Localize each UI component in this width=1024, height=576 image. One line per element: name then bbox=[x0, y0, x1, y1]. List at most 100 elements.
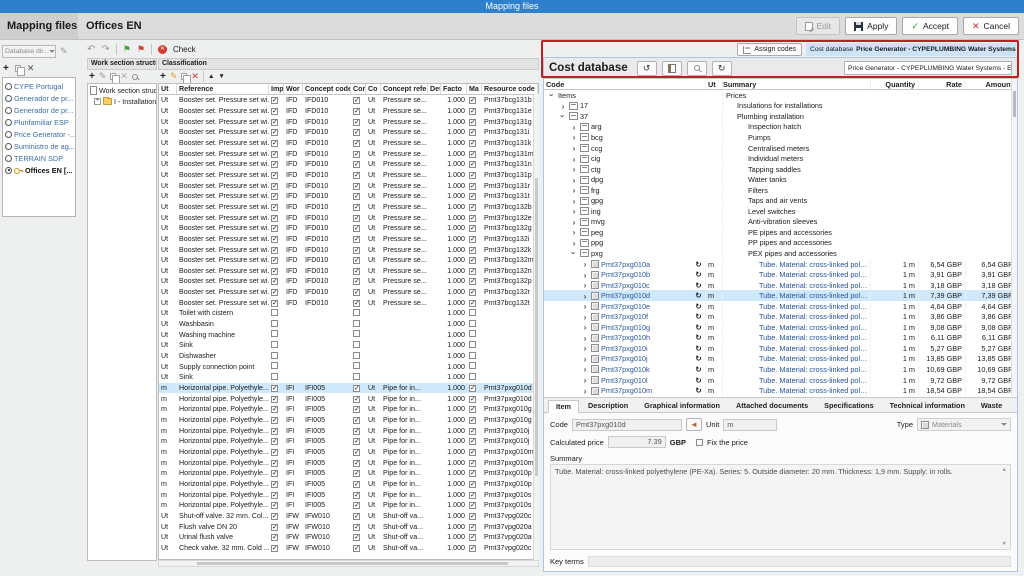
checkbox[interactable]: ✓ bbox=[353, 172, 360, 179]
checkbox[interactable] bbox=[469, 320, 476, 327]
checkbox[interactable] bbox=[353, 352, 360, 359]
table-row[interactable]: UtWashing machine1.000 bbox=[159, 329, 538, 340]
chevron-icon[interactable]: › bbox=[570, 123, 578, 131]
chevron-icon[interactable]: › bbox=[570, 239, 578, 247]
checkbox[interactable]: ✓ bbox=[469, 151, 476, 158]
undo-icon[interactable]: ↶ bbox=[87, 45, 95, 55]
checkbox[interactable] bbox=[353, 320, 360, 327]
database-list-item[interactable]: CYPE Portugal bbox=[3, 80, 75, 92]
checkbox[interactable] bbox=[353, 373, 360, 380]
chevron-icon[interactable]: › bbox=[559, 112, 567, 120]
checkbox[interactable]: ✓ bbox=[353, 215, 360, 222]
checkbox[interactable]: ✓ bbox=[469, 225, 476, 232]
copy-icon[interactable] bbox=[15, 65, 21, 72]
checkbox[interactable]: ✓ bbox=[353, 534, 360, 541]
checkbox[interactable] bbox=[469, 309, 476, 316]
fix-price-checkbox[interactable] bbox=[696, 439, 703, 446]
chevron-icon[interactable]: › bbox=[570, 176, 578, 184]
checkbox[interactable]: ✓ bbox=[469, 524, 476, 531]
table-row[interactable]: UtBooster set. Pressure set wi...✓IFDIFD… bbox=[159, 244, 538, 255]
checkbox[interactable] bbox=[271, 362, 278, 369]
cost-tree-row[interactable]: ›Pmt37pxg010d↻mTube. Material: cross-lin… bbox=[544, 290, 1017, 301]
tree-root-item[interactable]: Work section structure bbox=[88, 85, 156, 96]
table-row[interactable]: UtBooster set. Pressure set wi...✓IFDIFD… bbox=[159, 297, 538, 308]
checkbox[interactable] bbox=[271, 373, 278, 380]
checkbox[interactable]: ✓ bbox=[353, 278, 360, 285]
checkbox[interactable]: ✓ bbox=[353, 470, 360, 477]
edit-pencil-icon[interactable]: ✎ bbox=[170, 72, 178, 81]
checkbox[interactable]: ✓ bbox=[353, 513, 360, 520]
cost-tree-row[interactable]: ›pxgPEX pipes and accessories bbox=[544, 248, 1017, 259]
cost-tree-row[interactable]: ›Pmt37pxg010b↻mTube. Material: cross-lin… bbox=[544, 269, 1017, 280]
checkbox[interactable]: ✓ bbox=[271, 97, 278, 104]
checkbox[interactable]: ✓ bbox=[353, 481, 360, 488]
scrollbar-thumb[interactable] bbox=[535, 178, 538, 476]
move-up-icon[interactable]: ▲ bbox=[208, 73, 214, 80]
cancel-button[interactable]: ✕ Cancel bbox=[963, 17, 1019, 35]
cost-tree-row[interactable]: ›17Insulations for installations bbox=[544, 101, 1017, 112]
checkbox[interactable]: ✓ bbox=[353, 151, 360, 158]
chevron-icon[interactable]: › bbox=[570, 186, 578, 194]
cost-tree-row[interactable]: ›37Plumbing installation bbox=[544, 111, 1017, 122]
checkbox[interactable]: ✓ bbox=[353, 300, 360, 307]
checkbox[interactable]: ✓ bbox=[469, 481, 476, 488]
database-list-item[interactable]: Generador de pr... bbox=[3, 92, 75, 104]
checkbox[interactable]: ✓ bbox=[271, 428, 278, 435]
chevron-icon[interactable]: › bbox=[581, 271, 589, 279]
table-row[interactable]: UtBooster set. Pressure set wi...✓IFDIFD… bbox=[159, 159, 538, 170]
chevron-icon[interactable]: › bbox=[581, 292, 589, 300]
delete-icon[interactable]: ✕ bbox=[27, 64, 35, 73]
table-row[interactable]: UtBooster set. Pressure set wi...✓IFDIFD… bbox=[159, 138, 538, 149]
chevron-icon[interactable]: › bbox=[581, 365, 589, 373]
cost-tree-row[interactable]: ›bcgPumps bbox=[544, 132, 1017, 143]
checkbox[interactable]: ✓ bbox=[271, 534, 278, 541]
checkbox[interactable]: ✓ bbox=[271, 300, 278, 307]
checkbox[interactable]: ✓ bbox=[271, 470, 278, 477]
checkbox[interactable]: ✓ bbox=[469, 289, 476, 296]
checkbox[interactable]: ✓ bbox=[469, 183, 476, 190]
refresh-button[interactable]: ↻ bbox=[712, 61, 732, 76]
checkbox[interactable]: ✓ bbox=[271, 278, 278, 285]
cost-tree-row[interactable]: ›pegPE pipes and accessories bbox=[544, 227, 1017, 238]
cost-tree-row[interactable]: ›dpgWater tanks bbox=[544, 174, 1017, 185]
search-button[interactable] bbox=[687, 61, 707, 76]
checkbox[interactable]: ✓ bbox=[353, 417, 360, 424]
table-row[interactable]: UtBooster set. Pressure set wi...✓IFDIFD… bbox=[159, 180, 538, 191]
chevron-icon[interactable]: › bbox=[570, 228, 578, 236]
assign-codes-button[interactable]: Assign codes bbox=[737, 43, 802, 56]
checkbox[interactable] bbox=[353, 309, 360, 316]
chevron-icon[interactable]: › bbox=[581, 313, 589, 321]
cost-database-select[interactable]: Price Generator - CYPEPLUMBING Water Sys… bbox=[844, 61, 1012, 75]
checkbox[interactable]: ✓ bbox=[469, 545, 476, 552]
table-row[interactable]: mHorizontal pipe. Polyethyle...✓IFIIFI00… bbox=[159, 404, 538, 415]
checkbox[interactable]: ✓ bbox=[469, 247, 476, 254]
database-list-item[interactable]: Suministro de ag... bbox=[3, 140, 75, 152]
checkbox[interactable]: ✓ bbox=[353, 257, 360, 264]
checkbox[interactable]: ✓ bbox=[469, 257, 476, 264]
table-row[interactable]: mHorizontal pipe. Polyethyle...✓IFIIFI00… bbox=[159, 479, 538, 490]
table-row[interactable]: UtBooster set. Pressure set wi...✓IFDIFD… bbox=[159, 266, 538, 277]
copy-icon[interactable] bbox=[110, 73, 116, 80]
table-row[interactable]: UtBooster set. Pressure set wi...✓IFDIFD… bbox=[159, 170, 538, 181]
radio-icon[interactable] bbox=[5, 95, 12, 102]
table-row[interactable]: mHorizontal pipe. Polyethyle...✓IFIIFI00… bbox=[159, 500, 538, 511]
cost-tree-row[interactable]: ›Pmt37pxg010c↻mTube. Material: cross-lin… bbox=[544, 280, 1017, 291]
checkbox[interactable]: ✓ bbox=[469, 129, 476, 136]
checkbox[interactable]: ✓ bbox=[353, 268, 360, 275]
chevron-icon[interactable]: › bbox=[581, 387, 589, 395]
checkbox[interactable]: ✓ bbox=[353, 460, 360, 467]
checkbox[interactable] bbox=[271, 352, 278, 359]
table-row[interactable]: UtBooster set. Pressure set wi...✓IFDIFD… bbox=[159, 95, 538, 106]
table-row[interactable]: UtBooster set. Pressure set wi...✓IFDIFD… bbox=[159, 287, 538, 298]
checkbox[interactable]: ✓ bbox=[271, 183, 278, 190]
table-row[interactable]: UtBooster set. Pressure set wi...✓IFDIFD… bbox=[159, 212, 538, 223]
chevron-icon[interactable]: › bbox=[570, 165, 578, 173]
checkbox[interactable]: ✓ bbox=[353, 247, 360, 254]
check-button-label[interactable]: Check bbox=[173, 45, 196, 54]
checkbox[interactable]: ✓ bbox=[271, 151, 278, 158]
table-row[interactable]: UtBooster set. Pressure set wi...✓IFDIFD… bbox=[159, 223, 538, 234]
cost-tree-row[interactable]: ›ItemsPrices bbox=[544, 90, 1017, 101]
chevron-icon[interactable]: › bbox=[570, 155, 578, 163]
cost-tree-row[interactable]: ›argInspection hatch bbox=[544, 122, 1017, 133]
checkbox[interactable]: ✓ bbox=[469, 460, 476, 467]
